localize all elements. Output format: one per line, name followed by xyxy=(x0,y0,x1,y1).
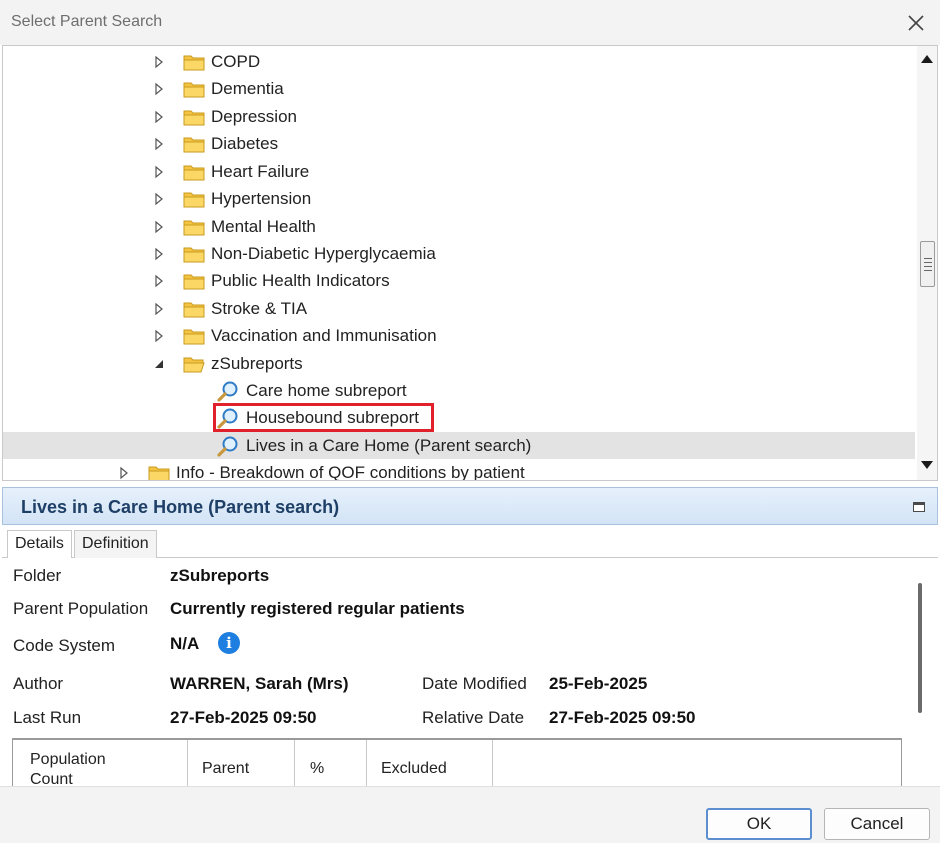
tree-item-label: Lives in a Care Home (Parent search) xyxy=(246,435,532,455)
collapsed-arrow-icon[interactable] xyxy=(153,110,165,124)
tab-definition[interactable]: Definition xyxy=(74,530,157,558)
date-modified-value: 25-Feb-2025 xyxy=(549,674,648,693)
parent-population-label: Parent Population xyxy=(13,599,149,618)
scroll-down-arrow-icon[interactable] xyxy=(921,461,933,469)
folder-label: Folder xyxy=(13,566,62,585)
collapsed-arrow-icon[interactable] xyxy=(153,55,165,69)
tree-item-label: Non-Diabetic Hyperglycaemia xyxy=(211,243,436,263)
tree-folder-item[interactable]: Depression xyxy=(153,103,297,130)
search-icon xyxy=(216,380,240,402)
collapsed-arrow-icon[interactable] xyxy=(153,192,165,206)
tree-item-label: Heart Failure xyxy=(211,161,310,181)
folder-icon xyxy=(183,245,205,263)
tree-folder-item[interactable]: Hypertension xyxy=(153,185,311,212)
folder-icon xyxy=(183,218,205,236)
folder-value: zSubreports xyxy=(170,566,270,585)
collapsed-arrow-icon[interactable] xyxy=(153,302,165,316)
dialog-footer: OK Cancel xyxy=(0,786,940,843)
code-system-value: N/A xyxy=(170,634,200,653)
tree-item-label: Info - Breakdown of QOF conditions by pa… xyxy=(176,462,525,481)
details-header: Lives in a Care Home (Parent search) xyxy=(2,487,938,525)
minimize-panel-icon[interactable] xyxy=(913,502,925,512)
population-count-header: Population Count xyxy=(13,740,188,786)
tree-folder-item[interactable]: Dementia xyxy=(153,75,284,102)
tree-folder-item[interactable]: Diabetes xyxy=(153,130,278,157)
search-tree: COPD Dementia Depression Diabetes Heart Fail… xyxy=(2,45,938,481)
folder-icon xyxy=(183,190,205,208)
tree-item-label: Vaccination and Immunisation xyxy=(211,325,437,345)
tree-folder-item[interactable]: zSubreports xyxy=(153,350,303,377)
tree-item-label: Dementia xyxy=(211,78,284,98)
folder-icon xyxy=(183,53,205,71)
details-scrollbar[interactable] xyxy=(918,583,922,713)
close-icon[interactable] xyxy=(905,12,927,34)
last-run-label: Last Run xyxy=(13,708,82,727)
tree-item-label: Depression xyxy=(211,106,297,126)
tree-item-label: zSubreports xyxy=(211,353,303,373)
author-label: Author xyxy=(13,674,64,693)
tree-search-item[interactable]: Lives in a Care Home (Parent search) xyxy=(3,432,915,459)
collapsed-arrow-icon[interactable] xyxy=(153,247,165,261)
collapsed-arrow-icon[interactable] xyxy=(153,274,165,288)
folder-icon xyxy=(183,135,205,153)
folder-icon xyxy=(183,108,205,126)
folder-icon xyxy=(148,464,170,480)
parent-header: Parent xyxy=(188,740,295,786)
collapsed-arrow-icon[interactable] xyxy=(118,466,130,480)
percent-header: % xyxy=(295,740,367,786)
relative-date-value: 27-Feb-2025 09:50 xyxy=(549,708,696,727)
collapsed-arrow-icon[interactable] xyxy=(153,329,165,343)
tree-item-label: Stroke & TIA xyxy=(211,298,308,318)
collapsed-arrow-icon[interactable] xyxy=(153,82,165,96)
tree-search-item[interactable]: Care home subreport xyxy=(216,377,407,404)
excluded-header: Excluded xyxy=(367,740,493,786)
collapsed-arrow-icon[interactable] xyxy=(153,137,165,151)
folder-icon xyxy=(183,327,205,345)
open-folder-icon xyxy=(183,355,205,373)
window-title: Select Parent Search xyxy=(11,13,163,30)
tree-item-label: COPD xyxy=(211,51,261,71)
expanded-arrow-icon[interactable] xyxy=(153,357,165,371)
tree-folder-item[interactable]: Non-Diabetic Hyperglycaemia xyxy=(153,240,436,267)
tree-item-label: Public Health Indicators xyxy=(211,270,390,290)
tree-folder-item[interactable]: Vaccination and Immunisation xyxy=(153,322,437,349)
collapsed-arrow-icon[interactable] xyxy=(153,165,165,179)
info-icon[interactable]: i xyxy=(218,632,240,654)
author-value: WARREN, Sarah (Mrs) xyxy=(170,674,349,693)
tree-folder-item[interactable]: Public Health Indicators xyxy=(153,267,390,294)
highlight-annotation xyxy=(213,403,434,432)
population-table: Population Count Parent % Excluded xyxy=(12,738,902,786)
folder-icon xyxy=(183,163,205,181)
code-system-label: Code System xyxy=(13,636,116,655)
last-run-value: 27-Feb-2025 09:50 xyxy=(170,708,317,727)
tree-item-label: Diabetes xyxy=(211,133,279,153)
tree-folder-item[interactable]: Stroke & TIA xyxy=(153,295,307,322)
folder-icon xyxy=(183,272,205,290)
folder-icon xyxy=(183,300,205,318)
tree-item-label: Mental Health xyxy=(211,216,316,236)
scroll-thumb[interactable] xyxy=(920,241,935,287)
folder-icon xyxy=(183,80,205,98)
date-modified-label: Date Modified xyxy=(422,674,527,693)
cancel-button[interactable]: Cancel xyxy=(824,808,930,840)
details-title: Lives in a Care Home (Parent search) xyxy=(21,497,340,517)
tree-folder-item[interactable]: Heart Failure xyxy=(153,158,309,185)
relative-date-label: Relative Date xyxy=(422,708,525,727)
tree-scrollbar[interactable] xyxy=(917,46,937,480)
parent-population-value: Currently registered regular patients xyxy=(170,599,465,618)
collapsed-arrow-icon[interactable] xyxy=(153,220,165,234)
ok-button[interactable]: OK xyxy=(706,808,812,840)
title-bar: Select Parent Search xyxy=(0,0,940,45)
tree-folder-item[interactable]: Mental Health xyxy=(153,213,316,240)
search-icon xyxy=(216,435,240,457)
tree-folder-item[interactable]: COPD xyxy=(153,48,260,75)
tree-item-label: Hypertension xyxy=(211,188,312,208)
tab-details[interactable]: Details xyxy=(7,530,72,559)
details-tabs: Details Definition xyxy=(2,530,938,559)
tree-folder-item[interactable]: Info - Breakdown of QOF conditions by pa… xyxy=(118,459,525,481)
details-content: Folder zSubreports Parent Population Cur… xyxy=(2,558,938,786)
scroll-up-arrow-icon[interactable] xyxy=(921,55,933,63)
tree-item-label: Care home subreport xyxy=(246,380,407,400)
